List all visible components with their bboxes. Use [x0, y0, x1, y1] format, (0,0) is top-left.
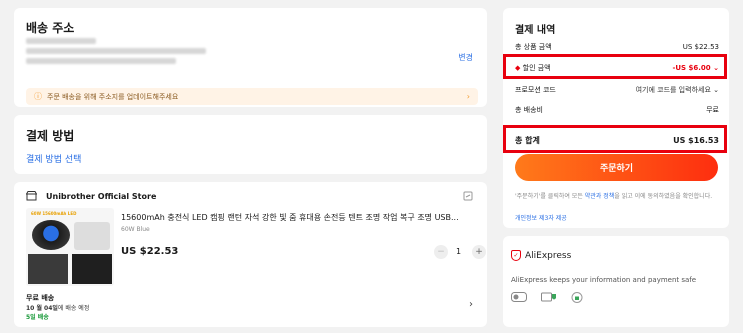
- product-image[interactable]: 60W 15600mAh LED: [26, 208, 114, 286]
- terms-suffix: 을 읽고 이에 동의하였음을 확인합니다.: [614, 193, 713, 200]
- terms-notice: '주문하기'를 클릭하여 모든 약관과 정책을 읽고 이에 동의하였음을 확인합…: [515, 193, 721, 201]
- address-warning-text: 주문 배송을 위해 주소지를 업데이트해주세요: [47, 92, 179, 101]
- subtotal-label: 총 상품 금액: [515, 43, 552, 51]
- order-summary-title: 결제 내역: [515, 25, 556, 36]
- discount-label-wrap: ◆ 할인 금액: [515, 63, 551, 73]
- chevron-down-icon: ⌄: [713, 86, 719, 94]
- discount-row[interactable]: ◆ 할인 금액 -US $6.00 ⌄: [515, 63, 719, 73]
- store-icon: [25, 191, 38, 204]
- note-icon[interactable]: [463, 191, 473, 204]
- lock-privacy-icon: [571, 292, 583, 305]
- address-name-blurred: [26, 38, 96, 44]
- place-order-button[interactable]: 주문하기: [515, 154, 718, 181]
- privacy-third-party-link[interactable]: 개인정보 제3자 제공: [515, 213, 567, 222]
- quantity-decrease-button[interactable]: −: [434, 245, 448, 259]
- shield-check-icon: ✓: [511, 250, 521, 261]
- payment-method-title: 결제 방법: [26, 129, 75, 143]
- product-variant[interactable]: 60W Blue: [121, 226, 150, 233]
- quantity-value: 1: [456, 247, 462, 256]
- trust-message: AliExpress keeps your information and pa…: [511, 276, 697, 284]
- shipping-options-chevron-icon[interactable]: ›: [469, 299, 473, 310]
- order-summary-card: 결제 내역 총 상품 금액 US $22.53 ◆ 할인 금액 -US $6.0…: [503, 8, 729, 228]
- subtotal-value: US $22.53: [682, 43, 719, 51]
- shipping-fee-label: 총 배송비: [515, 106, 543, 114]
- payment-method-card: 결제 방법 결제 방법 선택: [14, 115, 487, 174]
- terms-policy-link[interactable]: 약관과 정책: [585, 193, 615, 200]
- store-order-card: Unibrother Official Store 60W 15600mAh L…: [14, 182, 487, 327]
- address-update-banner[interactable]: ⓘ 주문 배송을 위해 주소지를 업데이트해주세요 ›: [26, 88, 478, 105]
- store-name[interactable]: Unibrother Official Store: [46, 192, 156, 201]
- shipping-fee-row: 총 배송비 무료: [515, 105, 719, 115]
- delivery-suffix: 에 배송 예정: [57, 305, 90, 312]
- total-value: US $16.53: [673, 136, 719, 145]
- secure-payment-icon: [511, 292, 527, 304]
- terms-prefix: '주문하기'를 클릭하여 모든: [515, 193, 585, 200]
- trust-card: ✓ AliExpress AliExpress keeps your infor…: [503, 236, 729, 327]
- shipping-address-title: 배송 주소: [26, 21, 75, 35]
- promo-code-label: 프로모션 코드: [515, 86, 556, 94]
- chevron-down-icon: ⌄: [713, 64, 719, 72]
- address-line-blurred: [26, 58, 176, 64]
- total-row: 총 합계 US $16.53: [515, 135, 719, 146]
- address-line-blurred: [26, 48, 206, 54]
- shipping-address-card: 배송 주소 변경 ⓘ 주문 배송을 위해 주소지를 업데이트해주세요 ›: [14, 8, 487, 107]
- change-address-link[interactable]: 변경: [458, 52, 473, 63]
- lantern-graphic: [32, 220, 70, 250]
- aliexpress-brand: AliExpress: [525, 250, 572, 261]
- product-price: US $22.53: [121, 246, 179, 257]
- total-label: 총 합계: [515, 136, 540, 145]
- aliexpress-logo: ✓ AliExpress: [511, 250, 571, 261]
- promo-code-row[interactable]: 프로모션 코드 여기에 코드를 입력하세요 ⌄: [515, 85, 719, 95]
- product-thumbnail: [72, 254, 112, 284]
- coupon-tag-icon: ◆: [515, 64, 521, 72]
- delivery-days: 5일 배송: [26, 314, 49, 321]
- product-title[interactable]: 15600mAh 충전식 LED 캠핑 랜턴 자석 강한 빛 줌 휴대용 손전등…: [121, 212, 477, 223]
- chevron-right-icon: ›: [466, 92, 470, 101]
- quantity-increase-button[interactable]: +: [472, 245, 486, 259]
- discount-label: 할인 금액: [522, 64, 551, 72]
- subtotal-row: 총 상품 금액 US $22.53: [515, 42, 719, 52]
- lantern-graphic: [74, 222, 110, 250]
- card-shield-icon: [541, 292, 557, 304]
- discount-value: -US $6.00: [672, 64, 711, 72]
- product-thumbnail: [28, 254, 68, 284]
- info-icon: ⓘ: [34, 92, 42, 101]
- shipping-fee-value: 무료: [706, 106, 719, 114]
- delivery-estimate: 10 월 04일에 배송 예정: [26, 303, 89, 312]
- promo-code-placeholder[interactable]: 여기에 코드를 입력하세요: [636, 86, 711, 94]
- delivery-date: 10 월 04일: [26, 305, 58, 312]
- product-image-caption: 60W 15600mAh LED: [31, 211, 77, 216]
- select-payment-method-link[interactable]: 결제 방법 선택: [26, 152, 81, 165]
- shipping-option-label: 무료 배송: [26, 294, 55, 302]
